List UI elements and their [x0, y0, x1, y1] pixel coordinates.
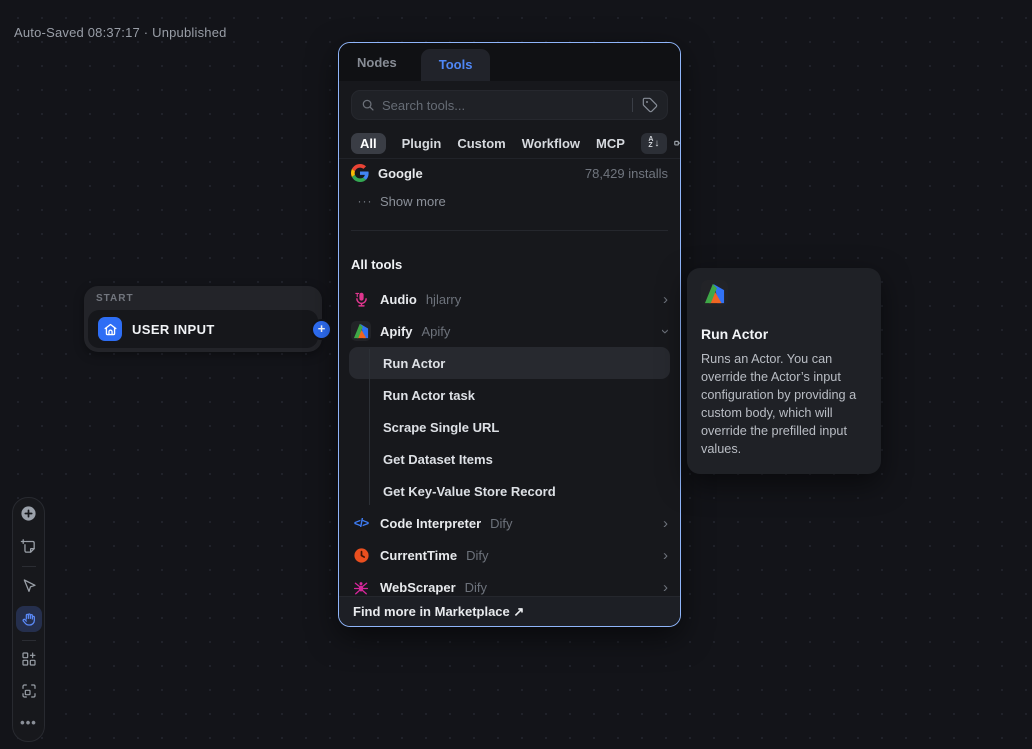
canvas-toolbar: •••: [12, 497, 45, 742]
chevron-down-icon[interactable]: ›: [658, 329, 673, 334]
add-next-node-button[interactable]: +: [313, 321, 330, 338]
plus-circle-icon: [20, 505, 37, 522]
plugin-name: Google: [378, 166, 423, 181]
tool-row-webscraper[interactable]: WebScraper Dify ›: [339, 571, 680, 596]
tool-name: Code Interpreter: [380, 516, 481, 531]
chevron-right-icon[interactable]: ›: [663, 548, 668, 563]
tree-indent-line: [369, 349, 370, 505]
tool-row-currenttime[interactable]: CurrentTime Dify ›: [339, 539, 680, 571]
section-divider: [339, 215, 680, 245]
tab-nodes[interactable]: Nodes: [355, 55, 399, 81]
tool-author: Dify: [465, 580, 487, 595]
cursor-icon: [21, 578, 37, 594]
fit-view-button[interactable]: [16, 682, 42, 700]
tool-name: CurrentTime: [380, 548, 457, 563]
toolbar-more-button[interactable]: •••: [16, 713, 42, 731]
filter-workflow[interactable]: Workflow: [522, 136, 580, 151]
tag-filter-icon[interactable]: [642, 97, 658, 113]
start-node-badge: START: [96, 293, 134, 304]
tool-row-audio[interactable]: Audio hjlarry ›: [339, 283, 680, 315]
tool-author: Apify: [422, 324, 451, 339]
chevron-right-icon[interactable]: ›: [663, 292, 668, 307]
ellipsis-icon: ···: [355, 194, 375, 208]
chevron-right-icon[interactable]: ›: [663, 516, 668, 531]
filter-plugin[interactable]: Plugin: [402, 136, 442, 151]
all-tools-heading: All tools: [339, 245, 680, 283]
tool-author: hjlarry: [426, 292, 461, 307]
tool-row-apify[interactable]: Apify Apify ›: [339, 315, 680, 347]
tooltip-description: Runs an Actor. You can override the Acto…: [701, 350, 867, 458]
show-more-label: Show more: [380, 194, 446, 209]
pointer-mode-button[interactable]: [16, 577, 42, 595]
tooltip-title: Run Actor: [701, 326, 867, 342]
spider-icon: [351, 577, 371, 596]
layout-grid-plus-icon: [21, 651, 37, 667]
add-note-button[interactable]: [16, 537, 42, 555]
apify-icon: [701, 280, 728, 307]
tool-author: Dify: [466, 548, 488, 563]
search-divider: [632, 98, 633, 112]
tool-detail-tooltip: Run Actor Runs an Actor. You can overrid…: [687, 268, 881, 474]
apify-icon: [351, 321, 371, 341]
tools-list: Google 78,429 installs ··· Show more All…: [339, 159, 680, 596]
tool-name: Apify: [380, 324, 413, 339]
panel-tabbar: Nodes Tools: [339, 43, 680, 81]
search-placeholder: Search tools...: [382, 98, 623, 113]
tool-row-code-interpreter[interactable]: </> Code Interpreter Dify ›: [339, 507, 680, 539]
marketplace-plugin-row[interactable]: Google 78,429 installs: [339, 159, 680, 187]
code-interpreter-icon: </>: [351, 513, 371, 533]
filter-all[interactable]: All: [351, 133, 386, 154]
frame-icon: [21, 683, 37, 699]
start-node-card[interactable]: USER INPUT: [88, 310, 318, 348]
action-get-dataset-items[interactable]: Get Dataset Items: [349, 443, 670, 475]
apify-actions-group: Run Actor Run Actor task Scrape Single U…: [339, 347, 680, 507]
search-area: Search tools...: [339, 81, 680, 128]
show-more-row[interactable]: ··· Show more: [339, 187, 680, 215]
google-logo-icon: [351, 164, 369, 182]
autosave-status: Auto-Saved 08:37:17 · Unpublished: [14, 25, 227, 40]
toolbar-divider: [22, 640, 36, 641]
marketplace-link[interactable]: Find more in Marketplace ↗: [339, 596, 680, 626]
workflow-canvas[interactable]: Auto-Saved 08:37:17 · Unpublished START …: [0, 0, 1032, 749]
action-get-kv-store-record[interactable]: Get Key-Value Store Record: [349, 475, 670, 507]
node-selector-panel: Nodes Tools Search tools... All Plugin C…: [338, 42, 681, 627]
action-run-actor-task[interactable]: Run Actor task: [349, 379, 670, 411]
clock-icon: [351, 545, 371, 565]
sort-az-icon: AZ: [648, 137, 653, 149]
start-node[interactable]: START USER INPUT +: [84, 286, 322, 352]
hand-icon: [21, 611, 37, 627]
start-node-title: USER INPUT: [132, 322, 215, 337]
note-plus-icon: [20, 538, 37, 555]
more-dots-icon: •••: [20, 715, 37, 730]
tab-tools[interactable]: Tools: [421, 49, 491, 81]
search-icon: [361, 98, 375, 112]
tool-name: WebScraper: [380, 580, 456, 595]
audio-icon: [351, 289, 371, 309]
tool-author: Dify: [490, 516, 512, 531]
plugin-installs: 78,429 installs: [585, 166, 668, 181]
hand-mode-button[interactable]: [16, 606, 42, 632]
sort-arrow-icon: ↓: [654, 138, 659, 149]
action-run-actor[interactable]: Run Actor: [349, 347, 670, 379]
filter-mcp[interactable]: MCP: [596, 136, 625, 151]
search-input[interactable]: Search tools...: [351, 90, 668, 120]
home-icon: [98, 317, 122, 341]
tool-name: Audio: [380, 292, 417, 307]
action-scrape-single-url[interactable]: Scrape Single URL: [349, 411, 670, 443]
filter-custom[interactable]: Custom: [457, 136, 505, 151]
filter-tabs: All Plugin Custom Workflow MCP AZ ↓: [339, 128, 680, 158]
tree-view-icon[interactable]: [673, 135, 681, 152]
toolbar-divider: [22, 566, 36, 567]
add-node-button[interactable]: [16, 504, 42, 522]
sort-az-button[interactable]: AZ ↓: [641, 133, 667, 154]
chevron-right-icon[interactable]: ›: [663, 580, 668, 595]
organize-nodes-button[interactable]: [16, 650, 42, 668]
